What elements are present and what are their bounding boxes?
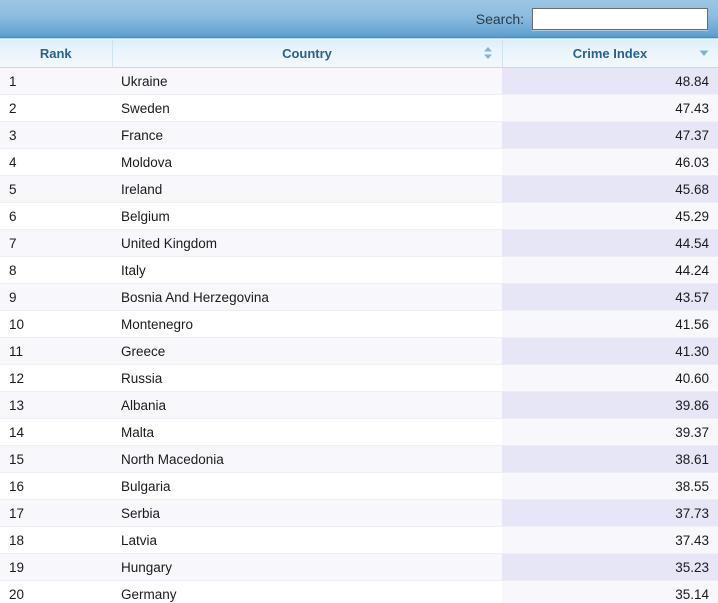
cell-crime-index: 44.54 [502, 230, 718, 257]
cell-country: France [112, 122, 502, 149]
cell-rank: 6 [0, 203, 112, 230]
cell-rank: 9 [0, 284, 112, 311]
cell-crime-index: 44.24 [502, 257, 718, 284]
cell-crime-index: 39.86 [502, 392, 718, 419]
table-row[interactable]: 6Belgium45.29 [0, 203, 718, 230]
sort-both-icon [482, 46, 494, 60]
table-head: Rank Country [0, 39, 718, 68]
cell-country: Sweden [112, 95, 502, 122]
cell-crime-index: 43.57 [502, 284, 718, 311]
table-row[interactable]: 14Malta39.37 [0, 419, 718, 446]
cell-crime-index: 48.84 [502, 68, 718, 95]
cell-country: Ireland [112, 176, 502, 203]
cell-country: Hungary [112, 554, 502, 581]
cell-country: North Macedonia [112, 446, 502, 473]
sort-desc-icon [698, 46, 710, 60]
table-row[interactable]: 13Albania39.86 [0, 392, 718, 419]
cell-country: Albania [112, 392, 502, 419]
table-row[interactable]: 20Germany35.14 [0, 581, 718, 603]
cell-rank: 4 [0, 149, 112, 176]
cell-rank: 16 [0, 473, 112, 500]
cell-country: Belgium [112, 203, 502, 230]
cell-country: Montenegro [112, 311, 502, 338]
cell-crime-index: 41.30 [502, 338, 718, 365]
column-header-country-label: Country [282, 46, 332, 61]
cell-rank: 14 [0, 419, 112, 446]
cell-country: Bosnia And Herzegovina [112, 284, 502, 311]
cell-rank: 19 [0, 554, 112, 581]
cell-crime-index: 45.29 [502, 203, 718, 230]
column-header-rank-label: Rank [40, 46, 72, 61]
cell-country: Ukraine [112, 68, 502, 95]
cell-rank: 3 [0, 122, 112, 149]
cell-rank: 7 [0, 230, 112, 257]
cell-country: Germany [112, 581, 502, 603]
cell-country: Moldova [112, 149, 502, 176]
table-row[interactable]: 9Bosnia And Herzegovina43.57 [0, 284, 718, 311]
table-row[interactable]: 8Italy44.24 [0, 257, 718, 284]
table-row[interactable]: 5Ireland45.68 [0, 176, 718, 203]
cell-rank: 12 [0, 365, 112, 392]
cell-rank: 2 [0, 95, 112, 122]
search-label: Search: [476, 12, 524, 26]
cell-rank: 17 [0, 500, 112, 527]
cell-crime-index: 39.37 [502, 419, 718, 446]
search-input[interactable] [532, 8, 708, 30]
cell-country: Latvia [112, 527, 502, 554]
cell-crime-index: 47.43 [502, 95, 718, 122]
table-row[interactable]: 7United Kingdom44.54 [0, 230, 718, 257]
table-row[interactable]: 1Ukraine48.84 [0, 68, 718, 95]
cell-crime-index: 47.37 [502, 122, 718, 149]
column-header-crime-index[interactable]: Crime Index [502, 39, 718, 68]
table-row[interactable]: 3France47.37 [0, 122, 718, 149]
search-bar: Search: [0, 0, 718, 38]
cell-country: Serbia [112, 500, 502, 527]
column-header-rank[interactable]: Rank [0, 39, 112, 68]
cell-rank: 11 [0, 338, 112, 365]
column-header-crime-index-label: Crime Index [573, 46, 647, 61]
table-row[interactable]: 19Hungary35.23 [0, 554, 718, 581]
table-row[interactable]: 12Russia40.60 [0, 365, 718, 392]
cell-rank: 13 [0, 392, 112, 419]
cell-country: United Kingdom [112, 230, 502, 257]
cell-rank: 8 [0, 257, 112, 284]
cell-country: Malta [112, 419, 502, 446]
crime-index-table: Rank Country [0, 38, 718, 603]
table-header-row: Rank Country [0, 39, 718, 68]
cell-rank: 18 [0, 527, 112, 554]
cell-rank: 20 [0, 581, 112, 603]
table-row[interactable]: 18Latvia37.43 [0, 527, 718, 554]
cell-crime-index: 37.73 [502, 500, 718, 527]
crime-index-table-widget: Search: Rank Country [0, 0, 718, 603]
table-row[interactable]: 15North Macedonia38.61 [0, 446, 718, 473]
cell-rank: 10 [0, 311, 112, 338]
cell-crime-index: 35.23 [502, 554, 718, 581]
cell-crime-index: 41.56 [502, 311, 718, 338]
cell-crime-index: 45.68 [502, 176, 718, 203]
table-row[interactable]: 11Greece41.30 [0, 338, 718, 365]
table-row[interactable]: 17Serbia37.73 [0, 500, 718, 527]
table-row[interactable]: 10Montenegro41.56 [0, 311, 718, 338]
cell-country: Russia [112, 365, 502, 392]
column-header-country[interactable]: Country [112, 39, 502, 68]
table-body: 1Ukraine48.842Sweden47.433France47.374Mo… [0, 68, 718, 603]
cell-crime-index: 35.14 [502, 581, 718, 603]
cell-rank: 15 [0, 446, 112, 473]
cell-crime-index: 38.61 [502, 446, 718, 473]
cell-country: Greece [112, 338, 502, 365]
table-row[interactable]: 4Moldova46.03 [0, 149, 718, 176]
cell-crime-index: 37.43 [502, 527, 718, 554]
cell-country: Italy [112, 257, 502, 284]
cell-rank: 5 [0, 176, 112, 203]
cell-crime-index: 40.60 [502, 365, 718, 392]
table-row[interactable]: 2Sweden47.43 [0, 95, 718, 122]
cell-crime-index: 46.03 [502, 149, 718, 176]
table-row[interactable]: 16Bulgaria38.55 [0, 473, 718, 500]
cell-country: Bulgaria [112, 473, 502, 500]
cell-crime-index: 38.55 [502, 473, 718, 500]
cell-rank: 1 [0, 68, 112, 95]
